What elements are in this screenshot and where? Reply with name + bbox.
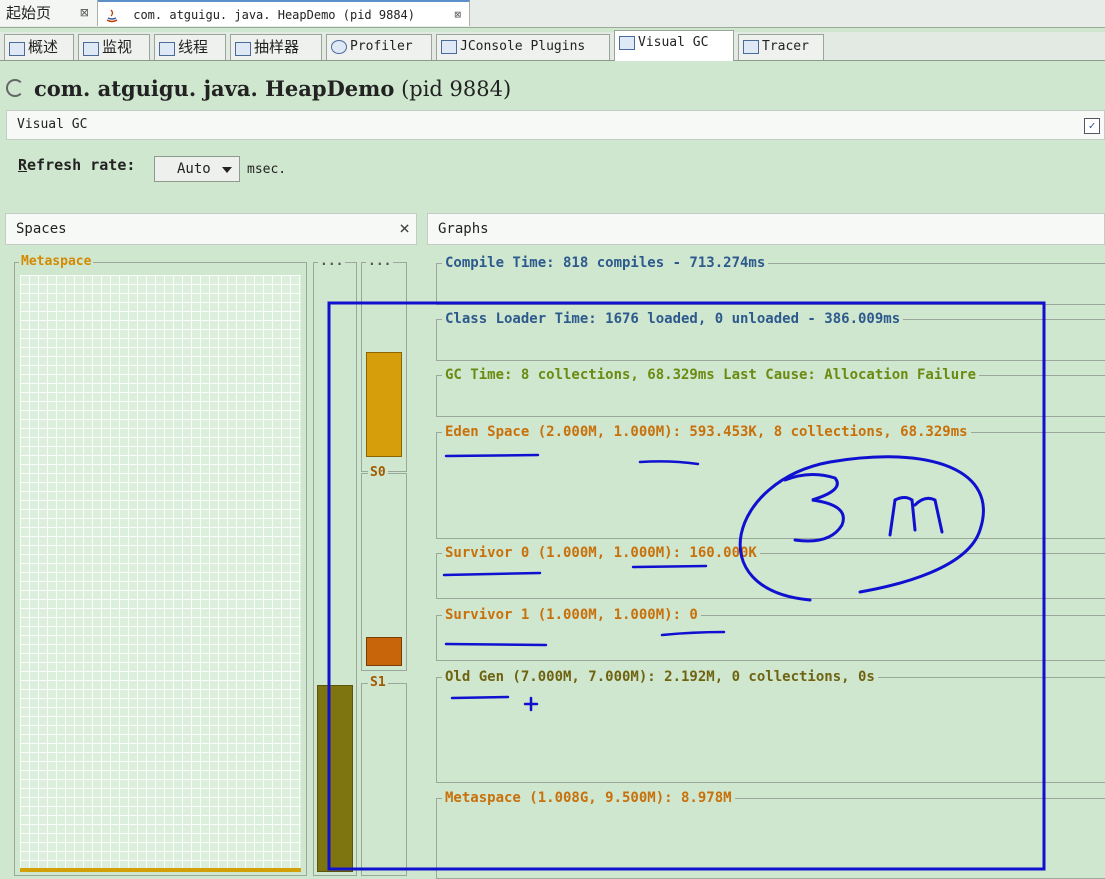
tab-start-page-label: 起始页 (6, 4, 52, 22)
survivor0-fill (366, 637, 402, 666)
old-gen-graph-label: Old Gen (7.000M, 7.000M): 2.192M, 0 coll… (442, 669, 878, 685)
tab-tracer-label: Tracer (762, 39, 809, 54)
threads-icon (159, 41, 175, 56)
tab-start-page[interactable]: 起始页 ⊠ (0, 0, 98, 26)
metaspace-fill (20, 868, 301, 872)
page-title: com. atguigu. java. HeapDemo (pid 9884) (6, 76, 511, 101)
tab-threads[interactable]: 线程 (154, 34, 226, 60)
loading-spinner-icon (6, 78, 24, 97)
class-loader-label: Class Loader Time: 1676 loaded, 0 unload… (442, 311, 904, 327)
jconsole-icon (441, 39, 457, 54)
metaspace-box: Metaspace (14, 255, 307, 876)
tab-sampler-label: 抽样器 (254, 38, 300, 56)
compile-time-label: Compile Time: 818 compiles - 713.274ms (442, 255, 769, 271)
metaspace-graph-label: Metaspace (1.008G, 9.500M): 8.978M (442, 790, 735, 806)
refresh-label-text: efresh rate: (27, 156, 136, 174)
survivor0-label: S0 (368, 465, 388, 480)
graphs-panel-header: Graphs (427, 213, 1105, 245)
refresh-rate-label: Refresh rate: (18, 156, 135, 174)
tab-sampler[interactable]: 抽样器 (230, 34, 322, 60)
survivor1-graph: Survivor 1 (1.000M, 1.000M): 0 (436, 607, 1105, 661)
eden-space-label: Eden Space (2.000M, 1.000M): 593.453K, 8… (442, 424, 971, 440)
old-gen-box: ... (313, 255, 357, 876)
survivor1-graph-label: Survivor 1 (1.000M, 1.000M): 0 (442, 607, 701, 623)
metaspace-grid (20, 275, 301, 871)
gc-time-graph: GC Time: 8 collections, 68.329ms Last Ca… (436, 367, 1105, 417)
eden-label: ... (366, 254, 394, 269)
tab-visual-gc-label: Visual GC (638, 35, 709, 50)
sampler-icon (235, 41, 251, 56)
survivor0-box: S0 (361, 466, 407, 671)
tab-monitor-label: 监视 (102, 38, 133, 56)
tracer-icon (743, 39, 759, 54)
eden-fill (366, 352, 402, 457)
tab-overview-label: 概述 (28, 38, 59, 56)
app-name: com. atguigu. java. HeapDemo (34, 76, 395, 101)
overview-icon (9, 41, 25, 56)
survivor0-graph: Survivor 0 (1.000M, 1.000M): 160.000K (436, 545, 1105, 599)
tab-overview[interactable]: 概述 (4, 34, 74, 60)
old-gen-fill (317, 685, 353, 872)
java-icon (106, 9, 118, 22)
tab-jconsole-plugins-label: JConsole Plugins (460, 39, 586, 54)
spaces-panel-header: Spaces × (5, 213, 417, 245)
tab-visual-gc[interactable]: Visual GC (614, 30, 734, 61)
visual-gc-bar: Visual GC ✓ (6, 110, 1105, 140)
monitor-icon (83, 41, 99, 56)
tab-profiler[interactable]: Profiler (326, 34, 432, 60)
tab-close-icon[interactable]: ⊠ (80, 0, 89, 26)
tab-close-icon[interactable]: ⊠ (454, 2, 461, 28)
eden-space-graph: Eden Space (2.000M, 1.000M): 593.453K, 8… (436, 424, 1105, 539)
metaspace-graph: Metaspace (1.008G, 9.500M): 8.978M (436, 790, 1105, 879)
chevron-down-icon (222, 167, 232, 173)
gc-time-label: GC Time: 8 collections, 68.329ms Last Ca… (442, 367, 980, 383)
pid-label: (pid 9884) (401, 77, 512, 101)
compile-time-graph: Compile Time: 818 compiles - 713.274ms (436, 255, 1105, 305)
tab-profiler-label: Profiler (350, 39, 413, 54)
visual-gc-title: Visual GC (17, 117, 88, 132)
spaces-title: Spaces (16, 221, 67, 237)
tab-heapdemo[interactable]: com. atguigu. java. HeapDemo (pid 9884) … (98, 0, 470, 26)
refresh-rate-select[interactable]: Auto (154, 156, 240, 182)
show-checkbox[interactable]: ✓ (1084, 118, 1100, 134)
survivor0-graph-label: Survivor 0 (1.000M, 1.000M): 160.000K (442, 545, 760, 561)
tool-tab-bar: 概述 监视 线程 抽样器 Profiler JConsole Plugins V… (0, 30, 1105, 61)
graphs-title: Graphs (438, 221, 489, 237)
old-gen-label: ... (318, 254, 346, 269)
metaspace-label: Metaspace (19, 254, 94, 269)
visualgc-icon (619, 35, 635, 50)
refresh-unit: msec. (247, 162, 287, 177)
tab-heapdemo-label: com. atguigu. java. HeapDemo (pid 9884) (133, 8, 415, 22)
old-gen-graph: Old Gen (7.000M, 7.000M): 2.192M, 0 coll… (436, 669, 1105, 783)
eden-box: ... (361, 255, 407, 472)
refresh-rate-value: Auto (177, 161, 211, 177)
tab-threads-label: 线程 (178, 38, 209, 56)
tab-jconsole-plugins[interactable]: JConsole Plugins (436, 34, 610, 60)
tab-tracer[interactable]: Tracer (738, 34, 824, 60)
survivor1-label: S1 (368, 675, 388, 690)
profiler-icon (331, 39, 347, 54)
class-loader-graph: Class Loader Time: 1676 loaded, 0 unload… (436, 311, 1105, 361)
refresh-mnemonic: R (18, 156, 28, 174)
tab-monitor[interactable]: 监视 (78, 34, 150, 60)
close-icon[interactable]: × (399, 214, 410, 244)
document-tab-bar: 起始页 ⊠ com. atguigu. java. HeapDemo (pid … (0, 0, 1105, 28)
survivor1-box: S1 (361, 676, 407, 876)
